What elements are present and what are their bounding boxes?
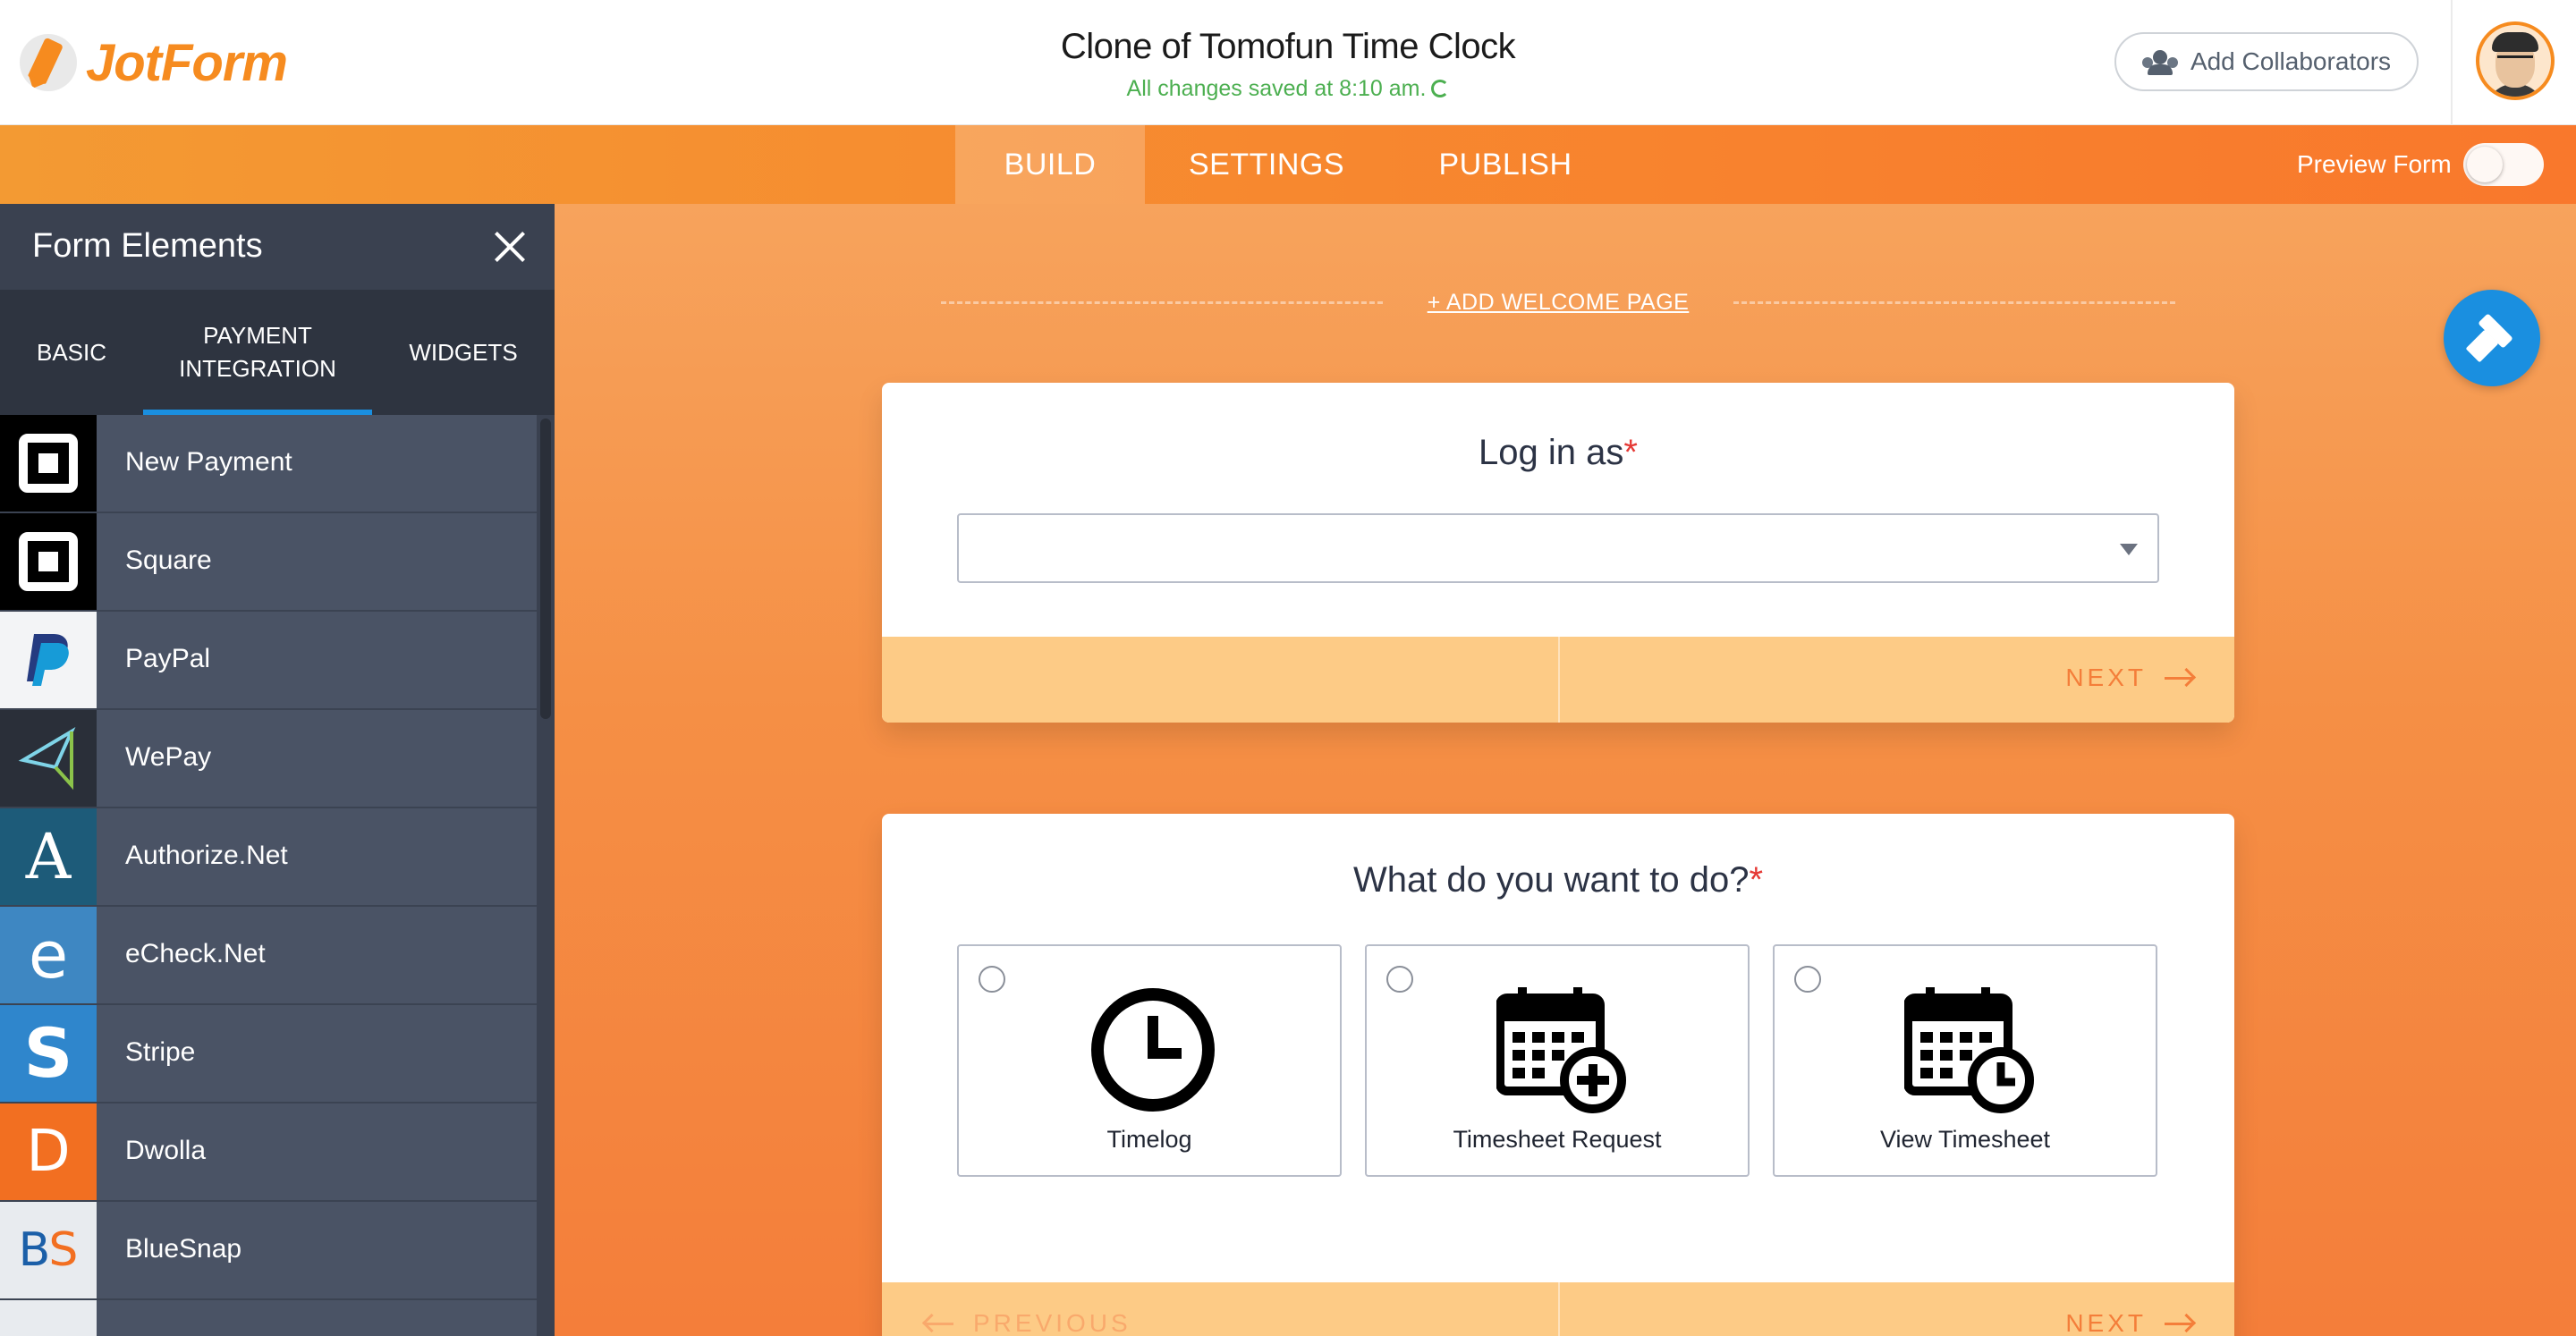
arrow-right-icon — [2165, 676, 2193, 680]
square-icon — [0, 513, 97, 610]
tab-settings[interactable]: SETTINGS — [1145, 125, 1388, 204]
next-button[interactable]: NEXT — [2065, 664, 2193, 692]
option-timesheet-request[interactable]: Timesheet Request — [1365, 944, 1750, 1177]
wepay-icon — [0, 710, 97, 807]
element-stripe[interactable]: S Stripe — [0, 1005, 537, 1103]
people-icon — [2141, 50, 2178, 75]
next-label: NEXT — [2065, 664, 2147, 691]
card-footer: NEXT — [882, 637, 2234, 723]
stripe-icon: S — [0, 1005, 97, 1102]
required-asterisk: * — [1623, 433, 1638, 472]
tab-basic[interactable]: BASIC — [0, 290, 143, 415]
element-new-payment[interactable]: New Payment — [0, 415, 537, 513]
question-text: What do you want to do? — [1352, 860, 1750, 900]
arrow-left-icon — [925, 1322, 953, 1325]
jotform-logo[interactable]: JotForm — [20, 30, 288, 95]
add-collaborators-label: Add Collaborators — [2190, 47, 2392, 75]
element-paypal[interactable]: PayPal — [0, 612, 537, 710]
form-canvas: + ADD WELCOME PAGE Log in as* NEXT What … — [555, 204, 2576, 1336]
element-label: Authorize.Net — [125, 841, 288, 870]
element-label: BlueSnap — [125, 1234, 242, 1264]
panel-title: Form Elements — [32, 227, 263, 265]
option-view-timesheet[interactable]: View Timesheet — [1773, 944, 2157, 1177]
element-square[interactable]: Square — [0, 513, 537, 612]
question-card-login: Log in as* NEXT — [882, 383, 2234, 723]
calendar-add-icon — [1496, 987, 1626, 1113]
option-label: View Timesheet — [1879, 1126, 2051, 1153]
radio-button[interactable] — [979, 966, 1005, 993]
option-timelog[interactable]: Timelog — [957, 944, 1342, 1177]
dwolla-icon: D — [0, 1103, 97, 1200]
element-wepay[interactable]: WePay — [0, 710, 537, 808]
card-footer: PREVIOUS NEXT — [882, 1282, 2234, 1336]
header-divider — [2451, 0, 2453, 125]
radio-button[interactable] — [1794, 966, 1821, 993]
paypal-icon — [0, 612, 97, 708]
echeck-icon: e — [0, 907, 97, 1003]
panel-tabs: BASIC PAYMENT INTEGRATION WIDGETS — [0, 290, 555, 415]
logo-text: JotForm — [86, 33, 288, 92]
tab-widgets[interactable]: WIDGETS — [372, 290, 555, 415]
builder-navbar: BUILD SETTINGS PUBLISH Preview Form — [0, 125, 2576, 204]
top-header: JotForm Clone of Tomofun Time Clock All … — [0, 0, 2576, 125]
chevron-down-icon — [2120, 544, 2138, 555]
calendar-clock-icon — [1904, 987, 2034, 1113]
question-label: What do you want to do?* — [882, 860, 2234, 901]
add-welcome-page-row: + ADD WELCOME PAGE — [941, 284, 2176, 320]
element-label: Dwolla — [125, 1136, 207, 1165]
preview-form-label: Preview Form — [2297, 150, 2452, 178]
square-icon — [0, 415, 97, 512]
payment-element-list: New Payment Square PayPal WePay A Author… — [0, 415, 555, 1336]
clock-icon — [1091, 988, 1215, 1112]
arrow-right-icon — [2165, 1322, 2193, 1325]
close-icon[interactable] — [494, 231, 526, 263]
element-label: Stripe — [125, 1037, 196, 1067]
radio-button[interactable] — [1386, 966, 1413, 993]
element-label: WePay — [125, 742, 212, 772]
tab-payment-integration[interactable]: PAYMENT INTEGRATION — [143, 290, 372, 415]
user-avatar[interactable] — [2476, 21, 2555, 100]
next-label: NEXT — [2065, 1309, 2147, 1336]
option-label: Timelog — [1106, 1126, 1192, 1153]
login-dropdown[interactable] — [957, 513, 2159, 583]
previous-label: PREVIOUS — [973, 1309, 1131, 1336]
panel-scrollbar[interactable] — [537, 415, 555, 1336]
tab-publish[interactable]: PUBLISH — [1388, 125, 1623, 204]
preview-form-toggle[interactable] — [2463, 143, 2544, 186]
payment-icon — [0, 1300, 97, 1336]
next-button[interactable]: NEXT — [2065, 1309, 2193, 1336]
element-label: Square — [125, 545, 212, 575]
element-label: New Payment — [125, 447, 292, 477]
required-asterisk: * — [1749, 860, 1764, 900]
element-next-partial[interactable] — [0, 1300, 537, 1336]
toggle-knob — [2467, 147, 2503, 182]
scrollbar-thumb[interactable] — [540, 419, 551, 719]
panel-header: Form Elements — [0, 204, 555, 290]
add-welcome-page-link[interactable]: + ADD WELCOME PAGE — [1383, 290, 1734, 316]
option-label: Timesheet Request — [1453, 1126, 1662, 1153]
tab-build[interactable]: BUILD — [955, 125, 1145, 204]
save-status-text: All changes saved at 8:10 am. — [1126, 76, 1427, 101]
form-designer-brush-button[interactable] — [2444, 290, 2540, 386]
element-echeck-net[interactable]: e eCheck.Net — [0, 907, 537, 1005]
jotform-pencil-icon — [20, 34, 77, 91]
element-dwolla[interactable]: D Dwolla — [0, 1103, 537, 1202]
previous-button[interactable]: PREVIOUS — [925, 1309, 1131, 1336]
authorize-net-icon: A — [0, 808, 97, 905]
add-collaborators-button[interactable]: Add Collaborators — [2114, 32, 2419, 91]
question-card-action: What do you want to do?* Timelog Timeshe… — [882, 814, 2234, 1336]
question-text: Log in as — [1479, 433, 1624, 472]
bluesnap-icon: BS — [0, 1202, 97, 1298]
element-bluesnap[interactable]: BS BlueSnap — [0, 1202, 537, 1300]
refresh-icon — [1431, 80, 1450, 97]
element-label: eCheck.Net — [125, 939, 266, 968]
element-authorize-net[interactable]: A Authorize.Net — [0, 808, 537, 907]
question-label: Log in as* — [882, 433, 2234, 473]
form-elements-panel: Form Elements BASIC PAYMENT INTEGRATION … — [0, 204, 555, 1336]
element-label: PayPal — [125, 644, 211, 673]
